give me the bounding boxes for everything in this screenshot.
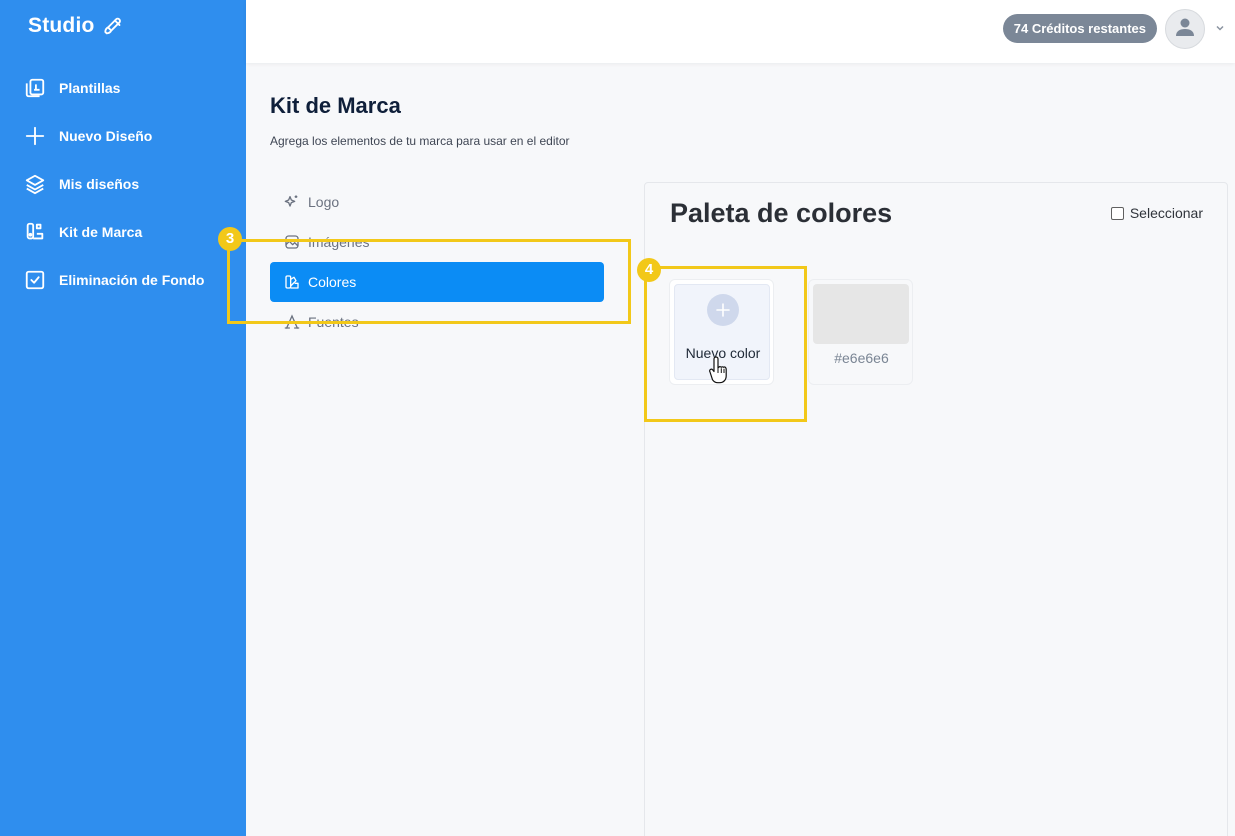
- sidebar-item-label: Plantillas: [59, 80, 121, 96]
- brand-kit-icon: [24, 221, 46, 243]
- step-3-badge: 3: [218, 227, 242, 251]
- plus-icon: [24, 125, 46, 147]
- step-4-badge: 4: [637, 258, 661, 282]
- top-bar: 74 Créditos restantes: [246, 0, 1235, 63]
- sidebar-item-label: Eliminación de Fondo: [59, 272, 205, 288]
- brand-name: Studio: [28, 14, 95, 37]
- color-hex-label: #e6e6e6: [834, 350, 889, 366]
- select-label: Seleccionar: [1129, 205, 1203, 221]
- sidebar-item-eliminacion-de-fondo[interactable]: Eliminación de Fondo: [0, 256, 246, 304]
- templates-icon: [24, 77, 46, 99]
- brand-logo[interactable]: Studio: [28, 14, 125, 38]
- step-4-highlight: [644, 266, 807, 422]
- step-3-highlight: [227, 239, 631, 324]
- sidebar-item-plantillas[interactable]: Plantillas: [0, 64, 246, 112]
- sidebar-nav: Plantillas Nuevo Diseño Mis diseños Kit …: [0, 64, 246, 304]
- sidebar-item-label: Nuevo Diseño: [59, 128, 153, 144]
- sidebar-item-label: Kit de Marca: [59, 224, 143, 240]
- sidebar-item-mis-disenos[interactable]: Mis diseños: [0, 160, 246, 208]
- tab-label: Logo: [308, 194, 340, 210]
- tab-logo[interactable]: Logo: [270, 182, 604, 222]
- select-checkbox[interactable]: [1110, 206, 1124, 220]
- layers-icon: [24, 173, 46, 195]
- chevron-down-icon[interactable]: [1214, 22, 1226, 34]
- checkbox-icon: [24, 269, 46, 291]
- sidebar-item-nuevo-diseno[interactable]: Nuevo Diseño: [0, 112, 246, 160]
- user-avatar-button[interactable]: [1165, 9, 1205, 49]
- page-title: Kit de Marca: [270, 93, 401, 118]
- user-icon: [1173, 15, 1197, 44]
- color-swatch-card[interactable]: #e6e6e6: [808, 279, 913, 385]
- credits-badge[interactable]: 74 Créditos restantes: [1002, 14, 1157, 43]
- sidebar-item-kit-de-marca[interactable]: Kit de Marca: [0, 208, 246, 256]
- panel-title: Paleta de colores: [670, 198, 893, 228]
- select-toggle[interactable]: Seleccionar: [1110, 205, 1203, 221]
- brush-icon: [103, 15, 125, 37]
- color-swatch[interactable]: [813, 284, 909, 344]
- sparkle-icon: [284, 194, 300, 210]
- sidebar-item-label: Mis diseños: [59, 176, 140, 192]
- page-subtitle: Agrega los elementos de tu marca para us…: [270, 134, 570, 148]
- sidebar: Studio Plantillas Nuevo Diseño Mis diseñ…: [0, 0, 246, 836]
